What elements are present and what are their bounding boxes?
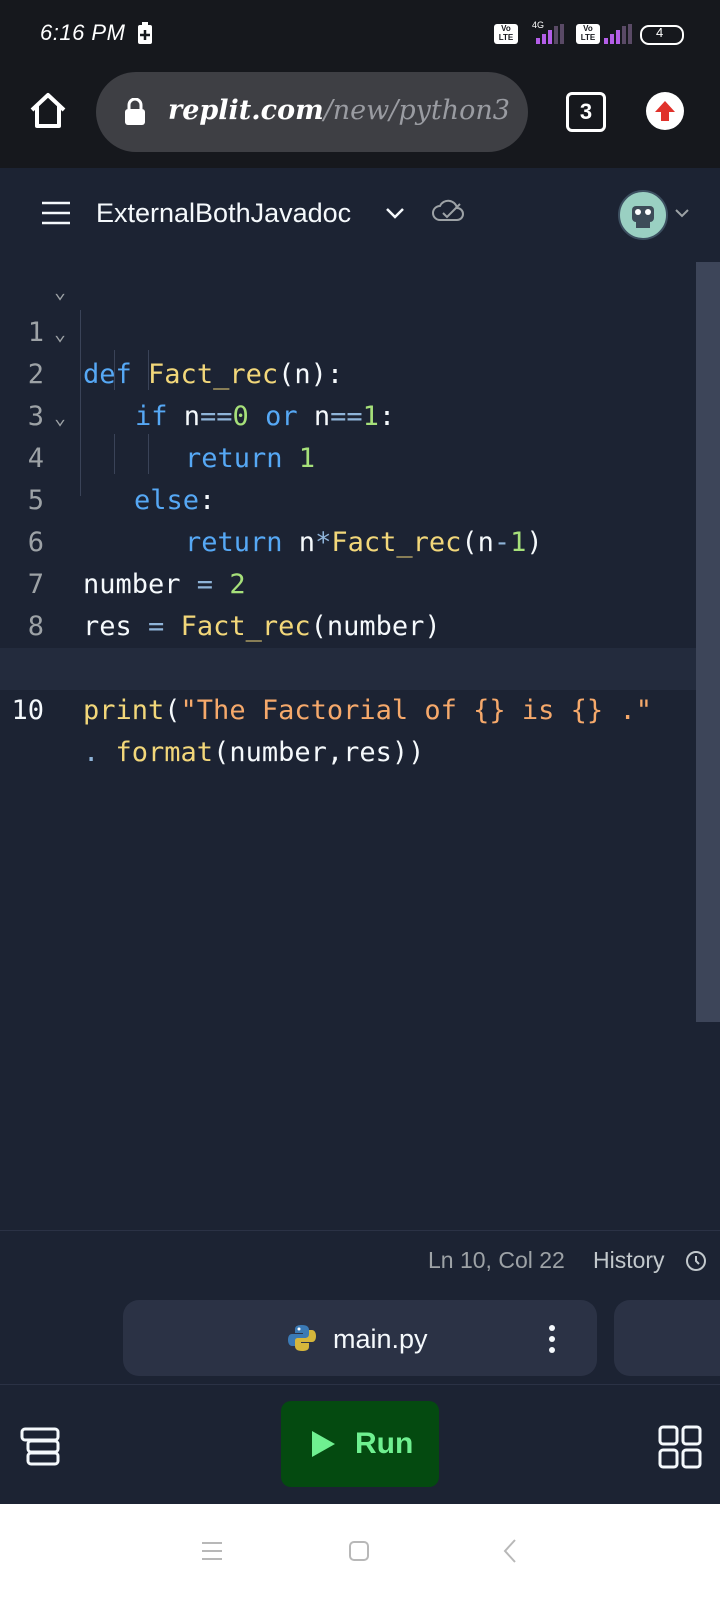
scrollbar-thumb[interactable] [696,262,720,1022]
run-label: Run [355,1427,414,1460]
code-line-active[interactable]: 10 . format(number,res)) [0,648,696,768]
battery-icon: 4 [640,25,684,45]
file-tab-main[interactable]: main.py [123,1300,597,1376]
signal-icon [536,24,564,44]
avatar[interactable] [618,190,668,240]
volte-badge: Vo LTE [494,24,518,44]
bottom-toolbar: Run [0,1384,720,1505]
status-time: 6:16 PM [40,20,126,45]
home-icon[interactable] [28,90,68,130]
signal-icon-2 [604,24,632,44]
phone-status-bar: 6:16 PM Vo LTE 4G Vo LTE 4 [0,0,720,66]
fold-chevron-icon[interactable]: ⌄ [54,270,66,312]
code-line[interactable]: 1 ⌄ def Fact_rec(n): [0,270,696,390]
grid-icon[interactable] [658,1425,702,1469]
chevron-down-icon[interactable] [674,206,690,220]
code-line[interactable]: 6 number = 2 [0,480,696,600]
battery-saver-icon [138,22,152,44]
system-nav-bar [0,1504,720,1600]
repl-name[interactable]: ExternalBothJavadoc [96,198,351,229]
menu-icon[interactable] [40,200,72,226]
line-number: 10 [11,695,44,726]
url-text: replit.com/new/python3 [168,95,510,126]
url-host: replit.com [168,95,324,126]
file-tab-secondary[interactable] [614,1300,720,1376]
fold-chevron-icon[interactable]: ⌄ [54,396,66,438]
python-icon [288,1325,316,1351]
code-line[interactable]: 8 [0,564,696,642]
recents-icon[interactable] [200,1540,224,1562]
code-line[interactable]: 7 res = Fact_rec(number) [0,522,696,642]
cursor-position: Ln 10, Col 22 [428,1247,565,1273]
file-tabs-bar: main.py [0,1288,720,1384]
code-line[interactable]: 2 ⌄ if n==0 or n==1: [0,312,696,432]
lock-icon [125,98,145,125]
run-button[interactable]: Run [281,1401,439,1487]
more-vertical-icon[interactable] [547,1324,557,1354]
home-nav-icon[interactable] [348,1540,370,1562]
upload-icon[interactable] [646,92,684,130]
address-bar[interactable]: replit.com/new/python3 [96,72,528,152]
fold-chevron-icon[interactable]: ⌄ [54,312,66,354]
tab-count-button[interactable]: 3 [566,92,606,132]
cloud-check-icon[interactable] [432,198,464,224]
file-name: main.py [333,1324,428,1354]
code-editor[interactable]: 1 ⌄ def Fact_rec(n): 2 ⌄ if n==0 or n==1: … [0,262,720,1230]
history-icon[interactable] [684,1249,708,1273]
back-icon[interactable] [502,1538,518,1564]
editor-status-row: Ln 10, Col 22 History [0,1230,720,1290]
play-icon [312,1431,335,1457]
browser-toolbar: replit.com/new/python3 3 [0,66,720,168]
volte-badge-2: Vo LTE [576,24,600,44]
code-line[interactable]: 5 return n*Fact_rec(n-1) [0,438,696,558]
chevron-down-icon[interactable] [384,202,406,224]
code-line[interactable]: 3 return 1 [0,354,696,474]
workspace-header: ExternalBothJavadoc [0,168,720,263]
code-line[interactable]: 9 print("The Factorial of {} is {} ." [0,606,696,726]
layers-icon[interactable] [20,1427,60,1467]
url-path: /new/python3 [323,95,510,126]
history-button[interactable]: History [593,1247,665,1274]
code-line[interactable]: 4 ⌄ else: [0,396,696,516]
